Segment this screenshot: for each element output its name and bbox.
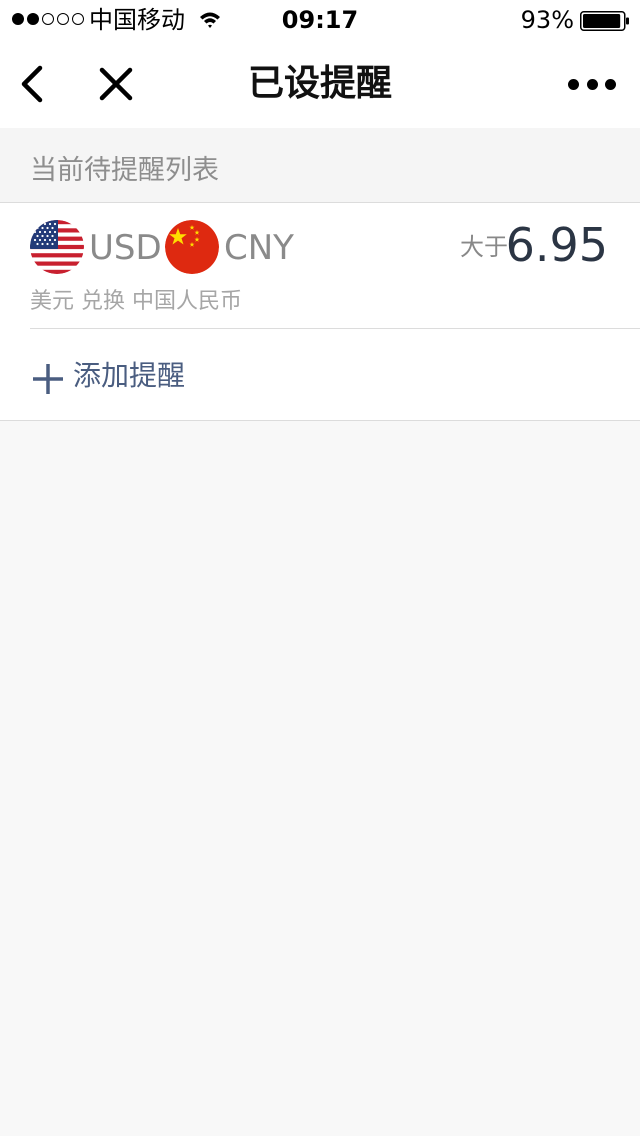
battery-percentage: 93% (520, 6, 574, 34)
more-options-button[interactable] (568, 70, 616, 98)
target-rate: 6.95 (505, 218, 608, 272)
section-header-label: 当前待提醒列表 (30, 155, 219, 186)
cn-flag-icon (165, 220, 219, 274)
plus-icon (33, 364, 63, 394)
section-header: 当前待提醒列表 (0, 128, 640, 202)
from-currency-code: USD (89, 228, 162, 268)
alert-list: USD CNY 大于 6.95 美元 兑换 中国人民币 添加提醒 (0, 202, 640, 421)
battery-icon (580, 11, 629, 31)
page-title: 已设提醒 (247, 63, 392, 104)
add-alert-button[interactable]: 添加提醒 (0, 329, 640, 421)
alert-item[interactable]: USD CNY 大于 6.95 美元 兑换 中国人民币 (0, 203, 640, 329)
currency-pair-description: 美元 兑换 中国人民币 (30, 289, 242, 314)
more-dot (605, 78, 616, 90)
us-flag-icon (30, 220, 84, 274)
more-dot (586, 78, 598, 90)
condition-label: 大于 (460, 233, 508, 261)
add-alert-label: 添加提醒 (73, 359, 186, 392)
status-bar: 中国移动 09:17 93% (0, 0, 640, 40)
to-currency-code: CNY (224, 228, 294, 268)
navigation-bar: 已设提醒 (0, 40, 640, 128)
more-dot (568, 78, 579, 90)
